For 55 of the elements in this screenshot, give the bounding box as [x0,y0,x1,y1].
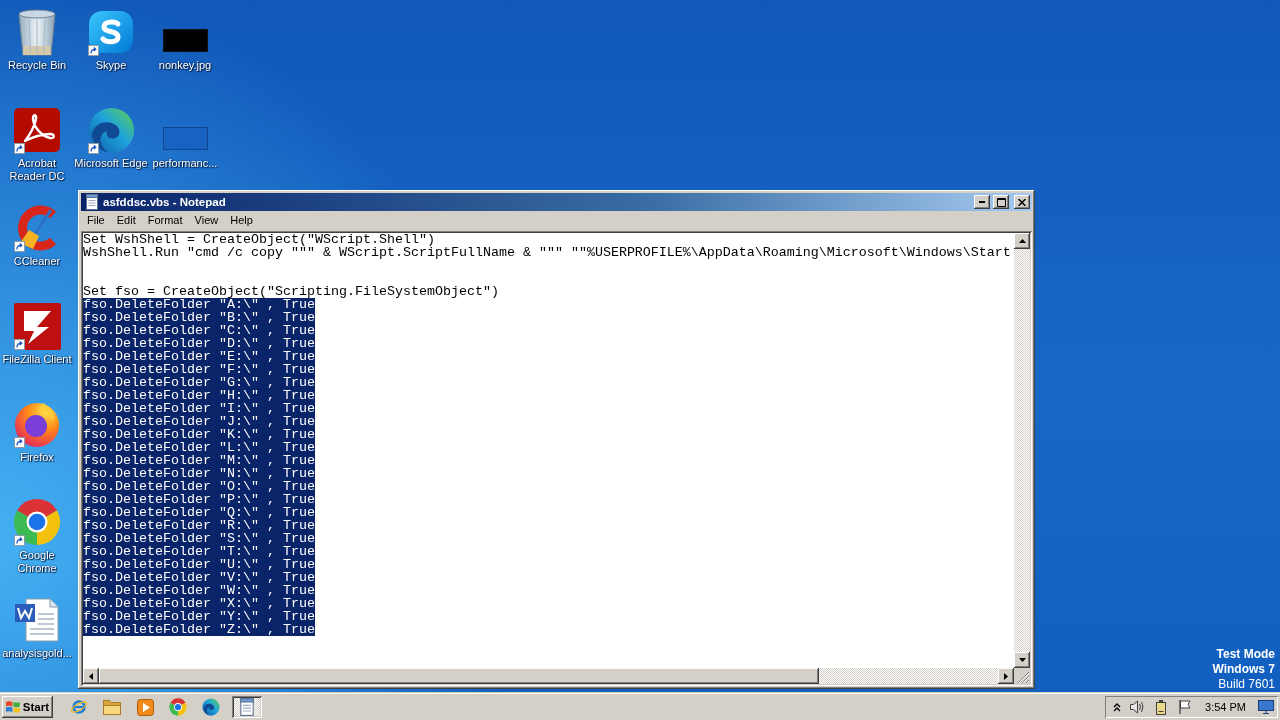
arrow-up-icon [1018,239,1026,243]
speaker-icon[interactable] [1129,699,1146,715]
menu-item[interactable]: View [188,212,225,229]
system-notice-text: Build 7601 [1218,677,1275,692]
icon-label[interactable]: Microsoft Edge [74,157,148,170]
icon-label[interactable]: Skype [95,59,127,72]
maximize-button[interactable] [993,195,1009,209]
skype-icon[interactable] [89,11,133,53]
code-line: Set WshShell = CreateObject("WScript.Shell") [83,233,435,246]
clock[interactable]: 3:54 PM [1201,701,1250,713]
monitor-icon[interactable] [1258,700,1274,714]
close-icon [1018,198,1026,206]
scroll-down-button[interactable] [1014,652,1030,668]
menu-item[interactable]: Help [224,212,259,229]
start-logo-icon [5,700,21,714]
code-line: Set fso = CreateObject("Scripting.FileSystemObject") [83,285,499,298]
scroll-up-button[interactable] [1014,233,1030,249]
window-title: asfddsc.vbs - Notepad [103,195,226,210]
image-thumbnail[interactable] [162,29,208,52]
arrow-right-icon [1004,672,1008,680]
close-button[interactable] [1014,195,1030,209]
start-button[interactable]: Start [2,696,53,718]
icon-label[interactable]: Recycle Bin [7,59,67,72]
system-notice-text: Test Mode [1216,647,1275,662]
menu-item[interactable]: File [81,212,111,229]
icon-label[interactable]: performanc... [152,157,218,170]
word-document-icon[interactable] [14,598,60,642]
notepad-icon [84,194,100,210]
icon-label[interactable]: nonkey.jpg [158,59,212,72]
acrobat-icon[interactable] [14,108,60,152]
image-thumbnail[interactable] [162,127,208,150]
system-notice-text: Windows 7 [1212,662,1275,677]
scroll-right-button[interactable] [998,668,1014,684]
scroll-left-button[interactable] [83,668,99,684]
notepad-icon[interactable] [238,698,256,716]
chevron-up-icon[interactable] [1113,702,1122,712]
minimize-button[interactable] [974,195,990,209]
firefox-icon[interactable] [14,401,60,447]
arrow-down-icon [1018,658,1026,662]
chrome-icon[interactable] [13,498,61,546]
code-line: WshShell.Run "cmd /c copy """ & WScript.ScriptFullName & """ ""%USERPROFILE%\AppData\Roaming\Microsoft\Windows\Start [83,246,1011,259]
icon-label[interactable]: CCleaner [13,255,61,268]
maximize-icon [996,197,1006,207]
recycle-bin-icon[interactable] [18,8,56,56]
edge-icon[interactable] [87,106,135,154]
icon-label[interactable]: FileZilla Client [2,353,72,366]
flag-icon[interactable] [1177,699,1194,715]
taskbar-button[interactable] [232,696,262,718]
arrow-left-icon [89,672,93,680]
minimize-icon [979,201,985,203]
menu-item[interactable]: Edit [110,212,142,229]
menu-item[interactable]: Format [141,212,189,229]
filezilla-icon[interactable] [13,302,61,350]
scrollbar-thumb[interactable] [99,668,819,684]
icon-label[interactable]: Acrobat Reader DC [9,157,65,183]
